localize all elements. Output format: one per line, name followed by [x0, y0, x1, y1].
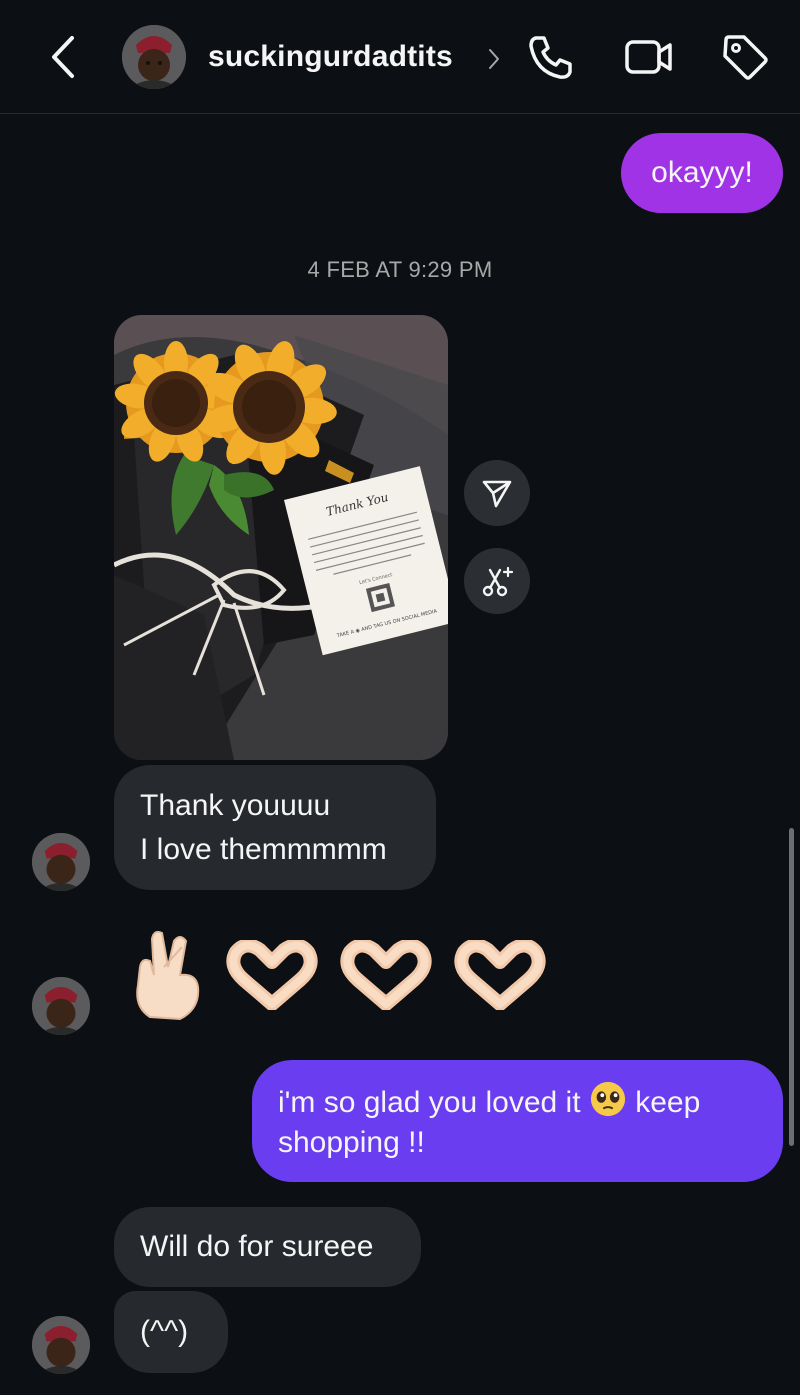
heart-hands-emoji [340, 940, 432, 1010]
timestamp: 4 FEB AT 9:29 PM [307, 257, 493, 282]
send-icon[interactable] [464, 460, 530, 526]
sender-avatar[interactable] [32, 1316, 90, 1374]
message-text-line-2: shopping !! [278, 1125, 425, 1159]
video-icon[interactable] [624, 32, 674, 82]
message-text-part: i'm so glad you loved it [278, 1085, 581, 1119]
message-text-part: keep [635, 1085, 701, 1119]
scrollbar[interactable] [789, 828, 794, 1146]
message-text: (^^) [140, 1315, 189, 1348]
avatar[interactable] [122, 25, 186, 89]
incoming-message[interactable]: Thank youuuu I love themmmmm [114, 765, 436, 890]
sender-avatar[interactable] [32, 833, 90, 891]
emoji-message[interactable] [128, 925, 550, 1025]
chat-header: suckingurdadtits [0, 0, 800, 114]
tag-icon[interactable] [720, 32, 770, 82]
outgoing-message[interactable]: okayyy! [621, 133, 783, 213]
heart-hands-emoji [454, 940, 546, 1010]
message-text-line-1: Thank youuuu [140, 788, 331, 822]
remix-icon[interactable] [464, 548, 530, 614]
chat-screen: suckingurdadtits okayyy! 4 FEB AT 9:29 P… [0, 0, 800, 1395]
incoming-message[interactable]: (^^) [114, 1291, 228, 1373]
incoming-message[interactable]: Will do for sureee [114, 1207, 421, 1287]
username[interactable]: suckingurdadtits [208, 40, 453, 74]
message-text: Will do for sureee [140, 1230, 374, 1263]
message-text: okayyy! [651, 156, 753, 189]
message-text-line-2: I love themmmmm [140, 832, 387, 866]
outgoing-message[interactable]: i'm so glad you loved it keep shopping !… [252, 1060, 783, 1182]
sender-avatar[interactable] [32, 977, 90, 1035]
phone-icon[interactable] [526, 32, 576, 82]
message-text-line-1: i'm so glad you loved it keep [278, 1080, 757, 1123]
photo-message[interactable]: Thank You Let's Connect TAKE A ◉ AND TAG… [114, 315, 448, 760]
chevron-right-icon[interactable] [486, 46, 502, 72]
back-icon[interactable] [44, 34, 84, 80]
pleading-face-emoji [590, 1081, 626, 1116]
crossed-fingers-emoji [136, 930, 200, 1021]
heart-hands-emoji [226, 940, 318, 1010]
